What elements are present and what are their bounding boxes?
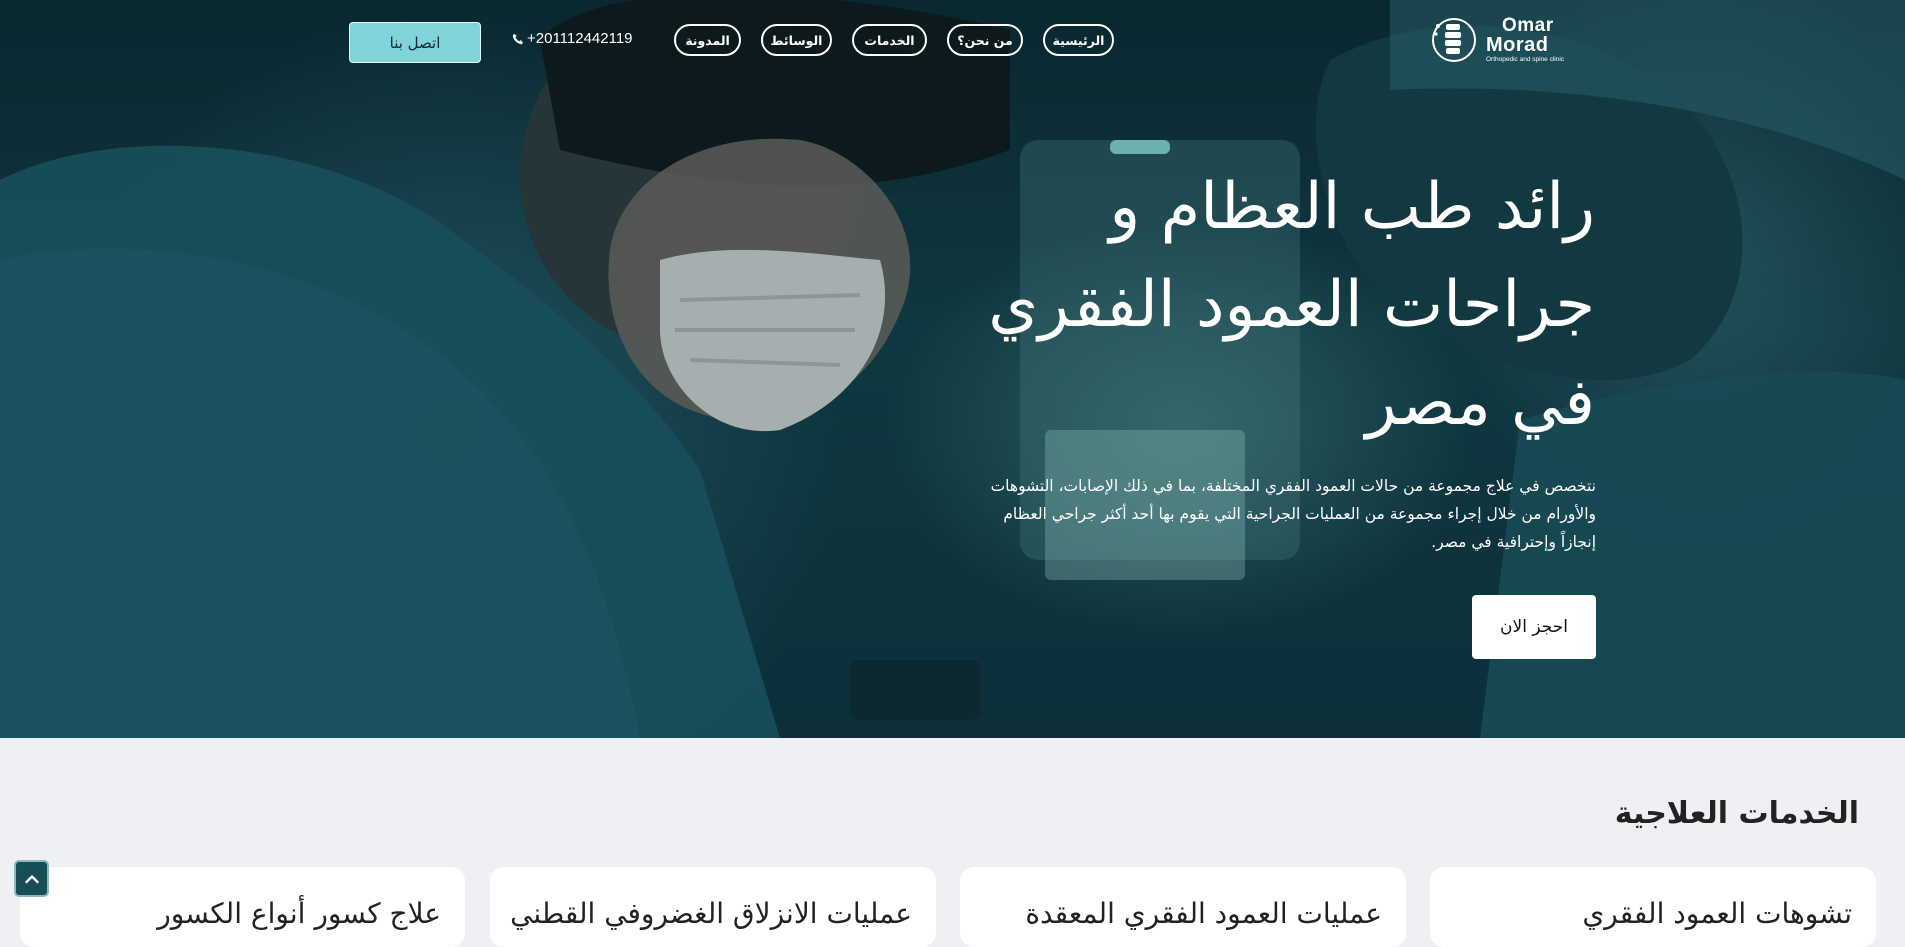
hero-title-line: جراحات العمود الفقري xyxy=(988,268,1595,342)
nav-about[interactable]: من نحن؟ xyxy=(947,24,1023,56)
phone-link[interactable]: +201112442119 xyxy=(512,30,633,47)
hero-description: نتخصص في علاج مجموعة من حالات العمود الف… xyxy=(880,472,1596,556)
service-card-title: تشوهات العمود الفقري xyxy=(1582,897,1852,930)
logo-tagline: Orthopedic and spine clinic xyxy=(1486,56,1565,64)
logo-text-omar: Omar xyxy=(1502,15,1554,37)
spine-logo-icon xyxy=(1432,18,1476,62)
phone-number: +201112442119 xyxy=(527,30,633,47)
site-logo[interactable]: Omar Morad Orthopedic and spine clinic xyxy=(1432,14,1582,66)
hero-description-line: إنجازاً وإحترافية في مصر. xyxy=(1431,533,1596,551)
chevron-up-icon xyxy=(24,874,39,883)
services-title: الخدمات العلاجية xyxy=(1614,796,1859,831)
hero-description-line: نتخصص في علاج مجموعة من حالات العمود الف… xyxy=(990,477,1596,495)
book-now-button[interactable]: احجز الان xyxy=(1472,595,1596,659)
nav-media[interactable]: الوسائط xyxy=(761,24,832,56)
hero-title-line: رائد طب العظام و xyxy=(1109,170,1595,244)
service-card-title: عمليات الانزلاق الغضروفي القطني xyxy=(510,897,912,930)
hero-description-line: والأورام من خلال إجراء مجموعة من العمليا… xyxy=(1003,505,1596,523)
nav-services[interactable]: الخدمات xyxy=(852,24,927,56)
nav-blog[interactable]: المدونة xyxy=(674,24,741,56)
phone-icon xyxy=(512,33,523,44)
hero-title: رائد طب العظام و جراحات العمود الفقري في… xyxy=(820,158,1595,452)
service-card-title: عمليات العمود الفقري المعقدة xyxy=(1025,897,1382,930)
service-card-title: علاج كسور أنواع الكسور xyxy=(157,897,441,930)
contact-button[interactable]: اتصل بنا xyxy=(349,22,481,63)
service-card[interactable]: عمليات العمود الفقري المعقدة xyxy=(960,867,1406,947)
scroll-to-top-button[interactable] xyxy=(14,860,49,897)
service-card[interactable]: عمليات الانزلاق الغضروفي القطني xyxy=(490,867,936,947)
logo-text-morad: Morad xyxy=(1486,34,1549,57)
service-card[interactable]: علاج كسور أنواع الكسور xyxy=(20,867,465,947)
hero-title-line: في مصر xyxy=(1365,366,1595,440)
nav-home[interactable]: الرئيسية xyxy=(1043,24,1114,56)
hero-section: Omar Morad Orthopedic and spine clinic ا… xyxy=(0,0,1905,738)
service-card[interactable]: تشوهات العمود الفقري xyxy=(1430,867,1876,947)
